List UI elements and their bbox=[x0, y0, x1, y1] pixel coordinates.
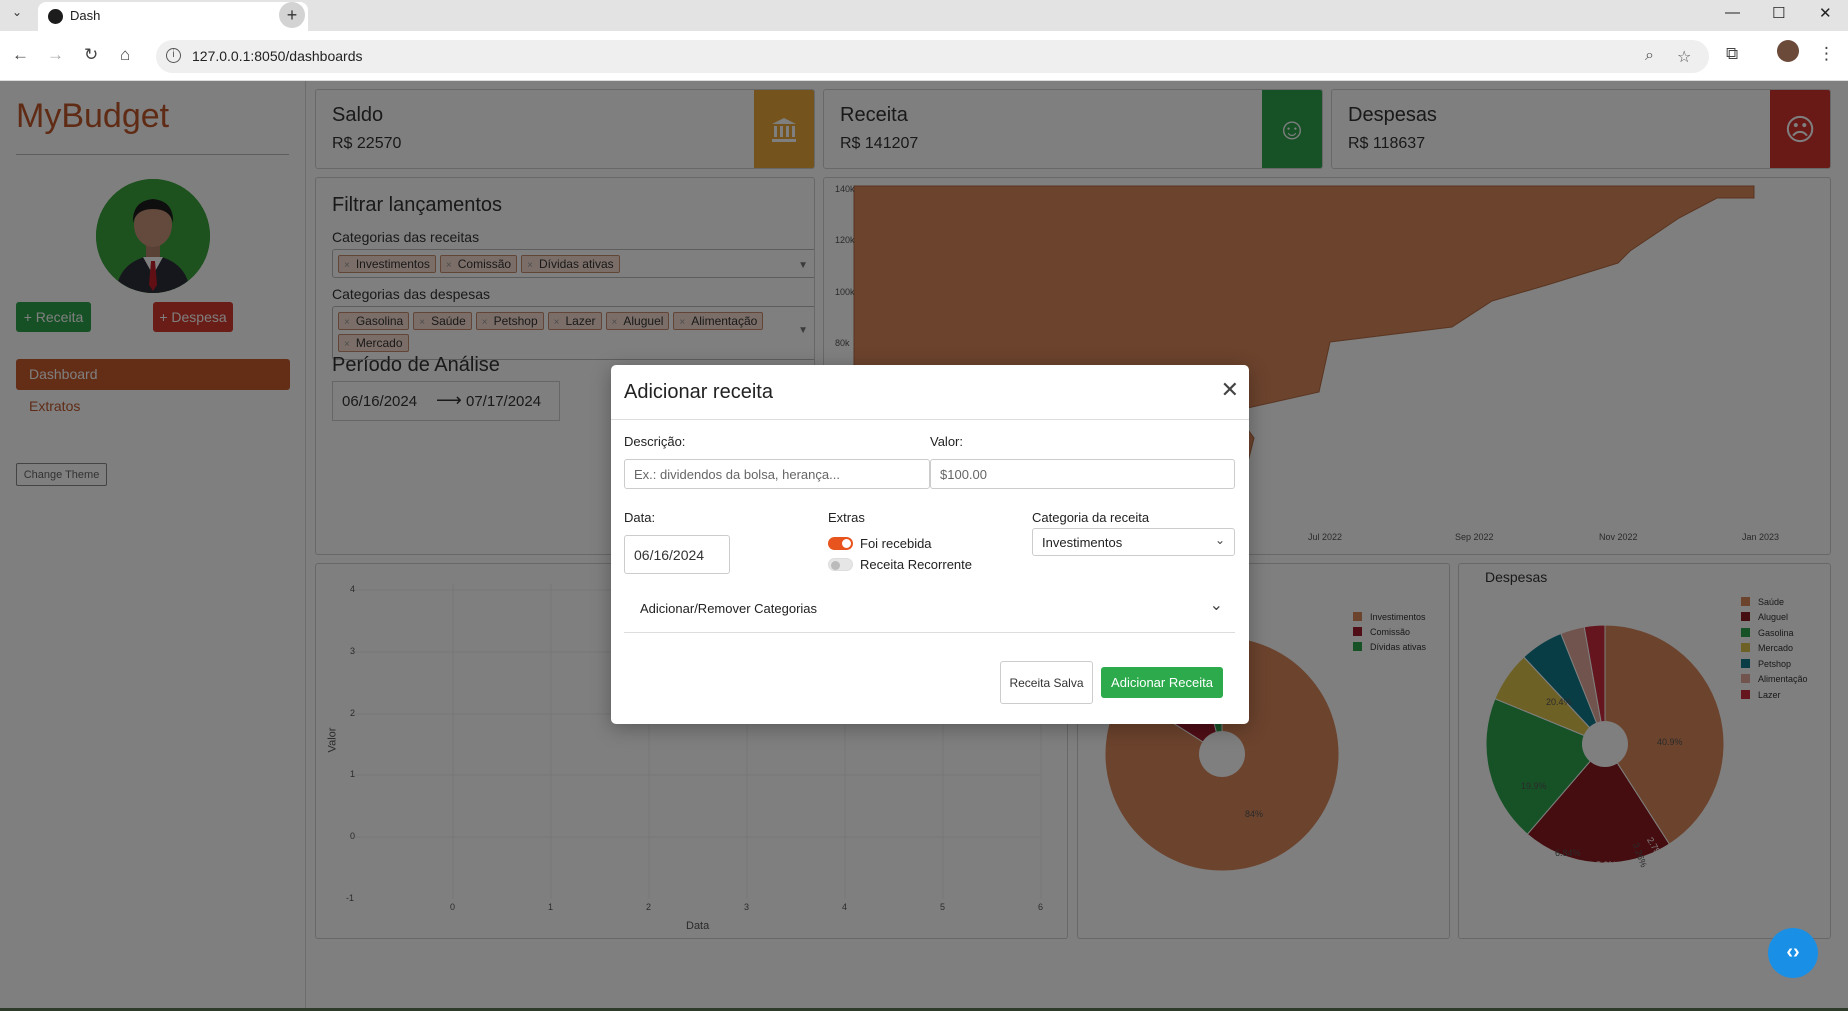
code-toggle-icon[interactable]: ‹› bbox=[1768, 928, 1818, 978]
descricao-input[interactable] bbox=[624, 459, 930, 489]
adicionar-receita-button[interactable]: Adicionar Receita bbox=[1101, 667, 1223, 698]
bookmark-star-icon[interactable]: ☆ bbox=[1677, 47, 1691, 67]
reload-icon[interactable]: ↻ bbox=[84, 45, 98, 65]
zoom-icon[interactable]: ⌕ bbox=[1645, 47, 1654, 65]
address-bar[interactable]: i 127.0.0.1:8050/dashboards ⌕ ☆ bbox=[156, 40, 1709, 73]
foi-recebida-toggle[interactable] bbox=[828, 537, 853, 550]
tab-list-icon[interactable]: ⌄ bbox=[12, 5, 22, 19]
accordion-label: Adicionar/Remover Categorias bbox=[640, 601, 818, 616]
maximize-icon[interactable]: ☐ bbox=[1772, 4, 1785, 22]
chevron-down-icon: ⌄ bbox=[1214, 533, 1225, 547]
valor-input[interactable] bbox=[930, 459, 1235, 489]
extras-label: Extras bbox=[828, 510, 865, 525]
home-icon[interactable]: ⌂ bbox=[120, 45, 130, 65]
categoria-label: Categoria da receita bbox=[1032, 510, 1150, 525]
chevron-down-icon[interactable]: ⌄ bbox=[1210, 595, 1223, 615]
data-label: Data: bbox=[624, 510, 656, 525]
receita-recorrente-toggle[interactable] bbox=[828, 558, 853, 571]
forward-icon[interactable]: → bbox=[47, 45, 64, 65]
site-info-icon[interactable]: i bbox=[166, 48, 181, 63]
url-text[interactable]: 127.0.0.1:8050/dashboards bbox=[192, 48, 362, 64]
categoria-select[interactable]: Investimentos ⌄ bbox=[1032, 528, 1235, 556]
new-tab-icon[interactable]: + bbox=[279, 2, 305, 28]
receita-recorrente-label: Receita Recorrente bbox=[860, 557, 972, 572]
browser-tabbar: ⌄ Dash × + — ☐ ✕ bbox=[0, 0, 1848, 31]
back-icon[interactable]: ← bbox=[12, 45, 29, 65]
categorias-accordion[interactable]: Adicionar/Remover Categorias ⌄ bbox=[624, 591, 1235, 633]
dash-favicon-icon bbox=[48, 9, 63, 24]
browser-tab[interactable]: Dash × bbox=[38, 2, 308, 31]
close-icon[interactable]: ✕ bbox=[1221, 377, 1239, 403]
browser-toolbar: ← → ↻ ⌂ i 127.0.0.1:8050/dashboards ⌕ ☆ … bbox=[0, 31, 1848, 81]
close-window-icon[interactable]: ✕ bbox=[1819, 4, 1832, 22]
extensions-icon[interactable]: ⧉ bbox=[1726, 44, 1738, 64]
descricao-label: Descrição: bbox=[624, 434, 686, 449]
tab-title: Dash bbox=[70, 8, 101, 23]
foi-recebida-label: Foi recebida bbox=[860, 536, 932, 551]
categoria-selected-value: Investimentos bbox=[1042, 535, 1123, 550]
valor-label: Valor: bbox=[930, 434, 963, 449]
data-date-picker[interactable]: 06/16/2024 bbox=[624, 535, 730, 574]
divider bbox=[611, 419, 1249, 420]
add-receita-modal: Adicionar receita ✕ Descrição: Valor: Da… bbox=[611, 365, 1249, 724]
profile-avatar[interactable] bbox=[1777, 40, 1799, 62]
browser-menu-icon[interactable]: ⋮ bbox=[1818, 44, 1835, 64]
modal-title: Adicionar receita bbox=[624, 381, 773, 403]
receita-salva-button[interactable]: Receita Salva bbox=[1000, 661, 1093, 704]
minimize-icon[interactable]: — bbox=[1725, 4, 1740, 21]
